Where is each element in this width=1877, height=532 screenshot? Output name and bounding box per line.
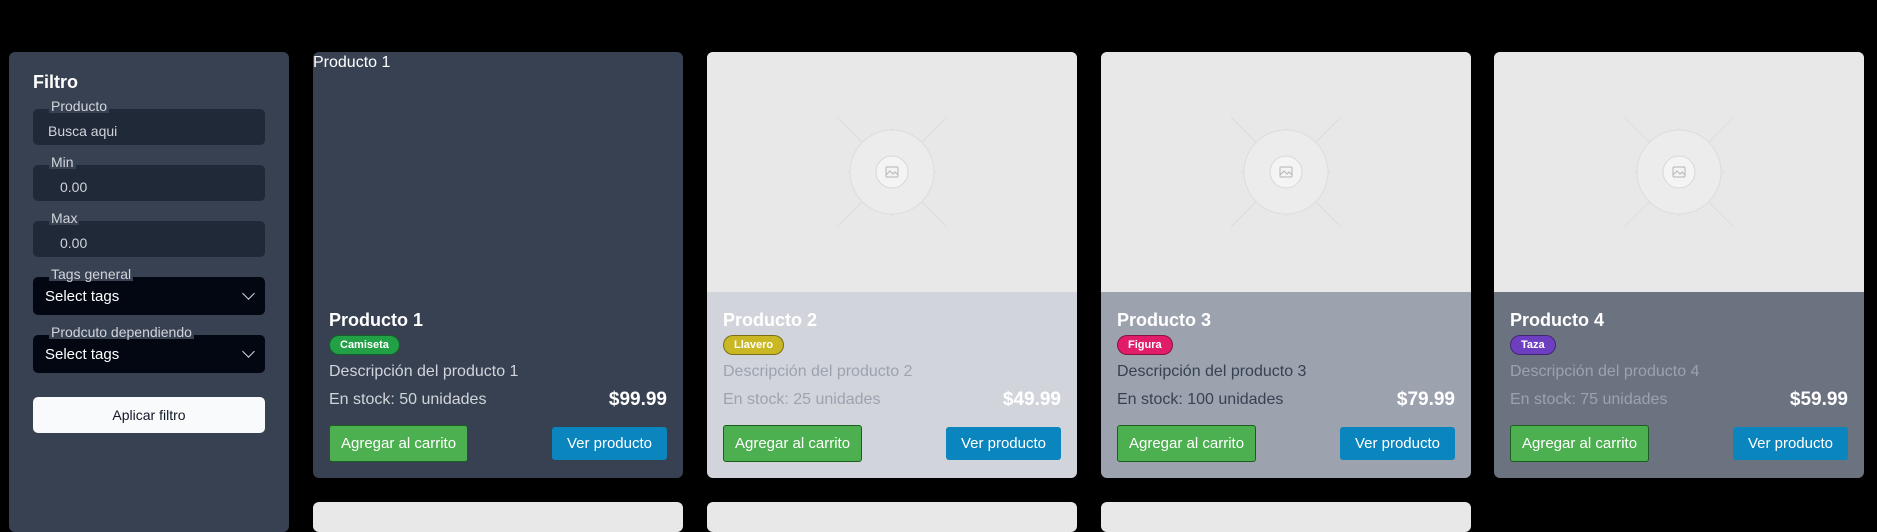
product-name: Producto 3	[1117, 310, 1212, 330]
tags-general-field: Tags general Select tags	[33, 267, 265, 315]
view-product-button[interactable]: Ver producto	[945, 427, 1061, 460]
product-image[interactable]: Producto 1	[313, 52, 683, 292]
product-description: Descripción del producto 4	[1510, 363, 1700, 380]
product-search-input[interactable]: Busca aqui	[33, 109, 265, 145]
card-actions: Agregar al carrito Ver producto	[329, 425, 667, 462]
chevron-down-icon	[242, 287, 255, 300]
product-price: $49.99	[1002, 389, 1061, 410]
min-field: Min 0.00	[33, 155, 265, 201]
image-placeholder-icon	[1623, 116, 1735, 228]
product-card-next	[313, 502, 683, 532]
dependent-field: Prodcuto dependiendo Select tags	[33, 325, 265, 373]
product-tag-badge: Taza	[1510, 335, 1556, 355]
dependent-label: Prodcuto dependiendo	[49, 324, 194, 340]
max-field: Max 0.00	[33, 211, 265, 257]
min-label: Min	[49, 154, 76, 170]
product-card-next	[1101, 502, 1471, 532]
product-name: Producto 4	[1510, 310, 1605, 330]
tags-general-value: Select tags	[45, 287, 120, 305]
stock-price-row: En stock: 75 unidades $59.99	[1510, 389, 1848, 411]
product-price: $59.99	[1789, 389, 1848, 410]
view-product-button[interactable]: Ver producto	[551, 427, 667, 460]
product-stock: En stock: 25 unidades	[723, 391, 881, 408]
tags-general-select[interactable]: Select tags	[33, 277, 265, 315]
product-card-body: Producto 4 Taza Descripción del producto…	[1494, 292, 1864, 478]
product-image[interactable]	[1494, 52, 1864, 292]
product-tag-badge: Camiseta	[329, 335, 400, 355]
product-price: $99.99	[608, 389, 667, 410]
add-to-cart-button[interactable]: Agregar al carrito	[1510, 425, 1650, 462]
product-description: Descripción del producto 2	[723, 363, 913, 380]
stock-price-row: En stock: 100 unidades $79.99	[1117, 389, 1455, 411]
apply-filter-button[interactable]: Aplicar filtro	[33, 397, 265, 433]
product-card: Producto 4 Taza Descripción del producto…	[1494, 52, 1864, 478]
product-stock: En stock: 50 unidades	[329, 391, 487, 408]
product-tag-badge: Llavero	[723, 335, 785, 355]
product-card-body: Producto 1 Camiseta Descripción del prod…	[313, 292, 683, 478]
product-price: $79.99	[1396, 389, 1455, 410]
add-to-cart-button[interactable]: Agregar al carrito	[1117, 425, 1257, 462]
product-description: Descripción del producto 3	[1117, 363, 1307, 380]
view-product-button[interactable]: Ver producto	[1732, 427, 1848, 460]
card-actions: Agregar al carrito Ver producto	[723, 425, 1061, 462]
product-card: Producto 3 Figura Descripción del produc…	[1101, 52, 1471, 478]
dependent-value: Select tags	[45, 345, 120, 363]
add-to-cart-button[interactable]: Agregar al carrito	[723, 425, 863, 462]
product-card-body: Producto 2 Llavero Descripción del produ…	[707, 292, 1077, 478]
card-actions: Agregar al carrito Ver producto	[1117, 425, 1455, 462]
stock-price-row: En stock: 25 unidades $49.99	[723, 389, 1061, 411]
min-price-input[interactable]: 0.00	[33, 165, 265, 201]
product-description: Descripción del producto 1	[329, 363, 519, 380]
filter-title: Filtro	[33, 72, 78, 92]
product-image[interactable]	[1101, 52, 1471, 292]
max-label: Max	[49, 210, 80, 226]
dependent-product-select[interactable]: Select tags	[33, 335, 265, 373]
max-price-input[interactable]: 0.00	[33, 221, 265, 257]
product-name: Producto 2	[723, 310, 818, 330]
product-card-next	[707, 502, 1077, 532]
view-product-button[interactable]: Ver producto	[1339, 427, 1455, 460]
product-tag-badge: Figura	[1117, 335, 1173, 355]
product-card-body: Producto 3 Figura Descripción del produc…	[1101, 292, 1471, 478]
product-image[interactable]	[707, 52, 1077, 292]
add-to-cart-button[interactable]: Agregar al carrito	[329, 425, 469, 462]
product-stock: En stock: 100 unidades	[1117, 391, 1284, 408]
product-field: Producto Busca aqui	[33, 99, 265, 145]
stock-price-row: En stock: 50 unidades $99.99	[329, 389, 667, 411]
filter-sidebar: Filtro Producto Busca aqui Min 0.00 Max …	[9, 52, 289, 532]
image-placeholder-icon	[1230, 116, 1342, 228]
product-label: Producto	[49, 98, 110, 114]
product-stock: En stock: 75 unidades	[1510, 391, 1668, 408]
product-image-alt: Producto 1	[313, 54, 391, 71]
product-card: Producto 1 Producto 1 Camiseta Descripci…	[313, 52, 683, 478]
card-actions: Agregar al carrito Ver producto	[1510, 425, 1848, 462]
image-placeholder-icon	[836, 116, 948, 228]
tags-general-label: Tags general	[49, 266, 134, 282]
chevron-down-icon	[242, 345, 255, 358]
product-card: Producto 2 Llavero Descripción del produ…	[707, 52, 1077, 478]
product-name: Producto 1	[329, 310, 424, 330]
